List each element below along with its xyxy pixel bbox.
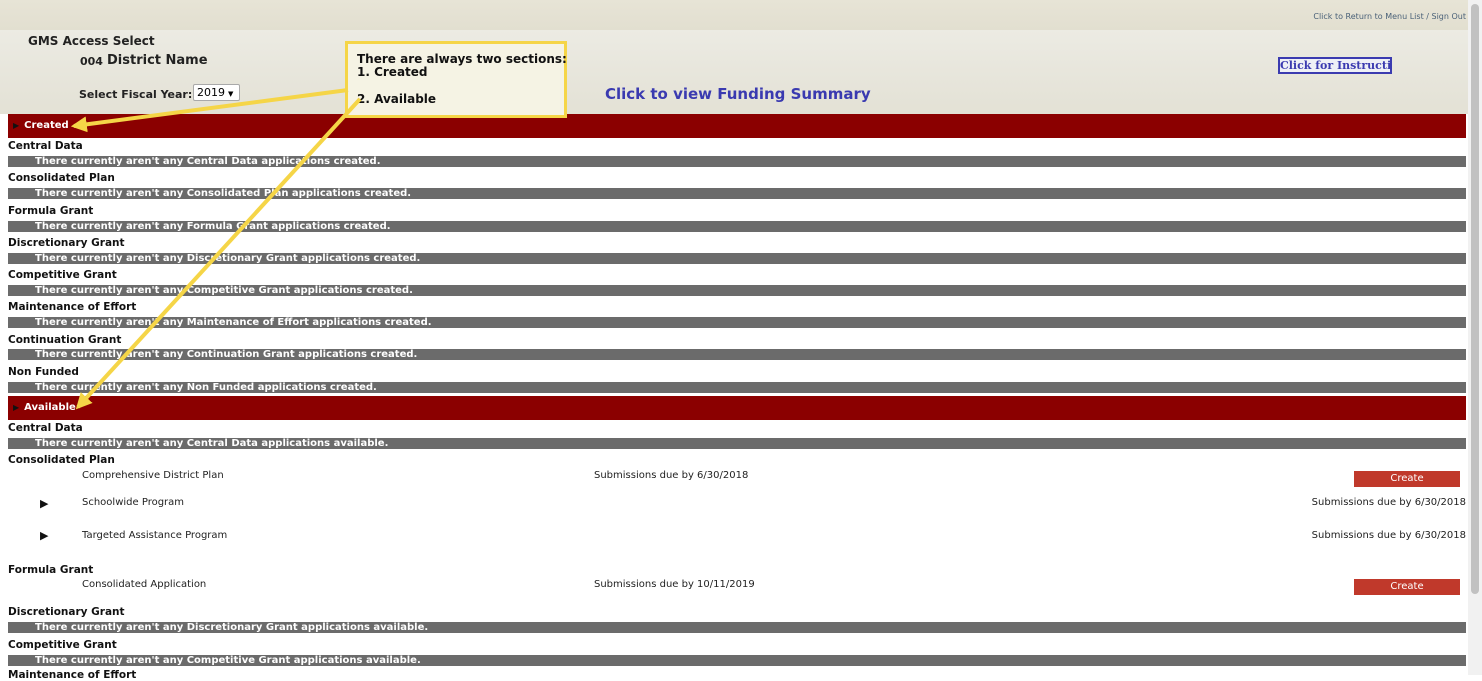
created-category-non-funded: Non Funded [8, 366, 79, 378]
consolidated-application-name: Consolidated Application [82, 579, 207, 590]
expand-triangle-icon[interactable]: ▶ [40, 529, 48, 542]
created-category-maintenance-of-effort: Maintenance of Effort [8, 301, 137, 313]
created-message-continuation-grant: There currently aren't any Continuation … [8, 349, 1466, 360]
callout-line-2: 1. Created [357, 65, 428, 79]
available-category-consolidated-plan: Consolidated Plan [8, 454, 115, 466]
page-title: GMS Access Select [28, 34, 155, 48]
scrollbar-thumb[interactable] [1471, 4, 1479, 594]
expand-triangle-icon: ▶ [13, 403, 20, 412]
available-message-central-data: There currently aren't any Central Data … [8, 438, 1466, 449]
targeted-assistance-program-name: Targeted Assistance Program [82, 530, 228, 541]
available-category-central-data: Central Data [8, 422, 83, 434]
schoolwide-due-date: Submissions due by 6/30/2018 [1311, 497, 1466, 508]
created-message-formula-grant: There currently aren't any Formula Grant… [8, 221, 1466, 232]
consolidated-application-due-date: Submissions due by 10/11/2019 [594, 579, 755, 590]
available-category-formula-grant: Formula Grant [8, 564, 94, 576]
top-bar: Click to Return to Menu List / Sign Out [0, 0, 1468, 30]
expand-triangle-icon[interactable]: ▶ [40, 497, 48, 510]
targeted-due-date: Submissions due by 6/30/2018 [1311, 530, 1466, 541]
created-category-central-data: Central Data [8, 140, 83, 152]
created-message-discretionary-grant: There currently aren't any Discretionary… [8, 253, 1466, 264]
comprehensive-district-plan-name: Comprehensive District Plan [82, 470, 224, 481]
available-section-label: Available [24, 402, 76, 413]
created-category-competitive-grant: Competitive Grant [8, 269, 117, 281]
created-section-label: Created [24, 120, 69, 131]
chevron-down-icon: ▼ [228, 90, 234, 98]
create-consolidated-application-button[interactable]: Create [1354, 579, 1460, 595]
callout-line-3: 2. Available [357, 92, 437, 106]
return-signout-link[interactable]: Click to Return to Menu List / Sign Out [1313, 12, 1466, 21]
created-message-competitive-grant: There currently aren't any Competitive G… [8, 285, 1466, 296]
created-category-consolidated-plan: Consolidated Plan [8, 172, 115, 184]
page-header: GMS Access Select 004 District Name Sele… [0, 30, 1468, 114]
district-name: District Name [107, 53, 208, 68]
fiscal-year-value: 2019 [197, 86, 225, 99]
fiscal-year-select[interactable]: 2019 ▼ [193, 84, 240, 101]
funding-summary-link[interactable]: Click to view Funding Summary [605, 85, 871, 103]
available-category-competitive-grant: Competitive Grant [8, 639, 117, 651]
created-message-maintenance-of-effort: There currently aren't any Maintenance o… [8, 317, 1466, 328]
expand-triangle-icon: ▶ [13, 121, 20, 130]
available-category-maintenance-of-effort: Maintenance of Effort [8, 669, 137, 681]
annotation-callout: There are always two sections: 1. Create… [345, 41, 567, 118]
district-code: 004 [80, 55, 103, 68]
available-category-discretionary-grant: Discretionary Grant [8, 606, 125, 618]
created-message-central-data: There currently aren't any Central Data … [8, 156, 1466, 167]
create-comprehensive-plan-button[interactable]: Create [1354, 471, 1460, 487]
available-section-bar[interactable]: ▶ Available [8, 396, 1466, 420]
schoolwide-program-name: Schoolwide Program [82, 497, 185, 508]
created-category-formula-grant: Formula Grant [8, 205, 94, 217]
comprehensive-due-date: Submissions due by 6/30/2018 [594, 470, 749, 481]
created-category-discretionary-grant: Discretionary Grant [8, 237, 125, 249]
created-message-consolidated-plan: There currently aren't any Consolidated … [8, 188, 1466, 199]
available-message-competitive-grant: There currently aren't any Competitive G… [8, 655, 1466, 666]
available-message-discretionary-grant: There currently aren't any Discretionary… [8, 622, 1466, 633]
created-message-non-funded: There currently aren't any Non Funded ap… [8, 382, 1466, 393]
created-section-bar[interactable]: ▶ Created [8, 114, 1466, 138]
instructions-button[interactable]: Click for Instructions [1278, 57, 1392, 74]
created-category-continuation-grant: Continuation Grant [8, 334, 122, 346]
fiscal-year-label: Select Fiscal Year: [79, 88, 193, 101]
